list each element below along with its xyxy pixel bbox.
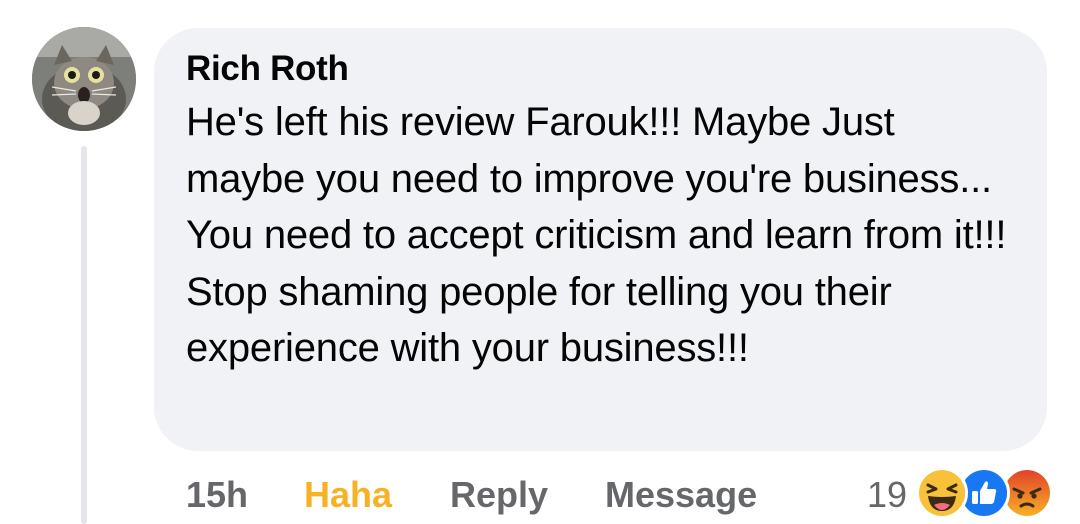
cat-photo-icon bbox=[32, 27, 136, 131]
thread-line bbox=[81, 146, 87, 524]
comment-author[interactable]: Rich Roth bbox=[186, 48, 1047, 90]
reaction-count[interactable]: 19 bbox=[867, 475, 907, 515]
message-button[interactable]: Message bbox=[605, 475, 757, 515]
haha-reaction-button[interactable]: Haha bbox=[304, 475, 392, 515]
reply-button[interactable]: Reply bbox=[450, 475, 548, 515]
comment-timestamp[interactable]: 15h bbox=[186, 475, 248, 515]
haha-emoji-icon[interactable] bbox=[916, 467, 968, 519]
comment-bubble: Rich Roth He's left his review Farouk!!!… bbox=[154, 28, 1047, 451]
comment-text: He's left his review Farouk!!! Maybe Jus… bbox=[186, 100, 1007, 370]
avatar[interactable] bbox=[32, 27, 136, 131]
